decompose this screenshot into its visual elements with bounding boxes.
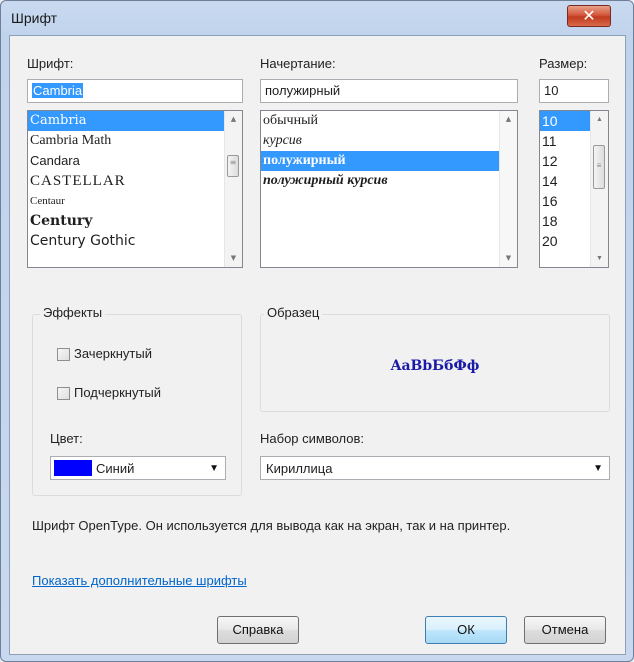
style-label: Начертание: xyxy=(260,56,336,71)
scroll-up-icon[interactable]: ▲ xyxy=(591,111,608,128)
cancel-button[interactable]: Отмена xyxy=(524,616,606,644)
list-item[interactable]: полужирный курсив xyxy=(261,171,517,191)
effects-title: Эффекты xyxy=(40,305,106,320)
scroll-up-icon[interactable]: ▲ xyxy=(225,111,242,128)
scroll-thumb[interactable]: ≡ xyxy=(227,155,239,177)
scroll-thumb[interactable]: ≡ xyxy=(593,145,605,189)
charset-label: Набор символов: xyxy=(260,431,365,446)
list-item[interactable]: 12 xyxy=(540,151,590,171)
color-label: Цвет: xyxy=(50,431,83,446)
title-bar[interactable]: Шрифт ✕ xyxy=(1,1,633,35)
list-item[interactable]: Century Gothic xyxy=(28,231,242,251)
font-size-value: 10 xyxy=(544,83,559,98)
font-name-value: Cambria xyxy=(32,83,84,98)
font-style-list-items: обычный курсив полужирный полужирный курсив xyxy=(261,111,517,191)
font-description: Шрифт OpenType. Он используется для выво… xyxy=(32,518,511,533)
sample-preview: AaBbБбФф xyxy=(390,358,480,374)
font-size-list-items: 10 11 12 14 16 18 20 xyxy=(540,111,590,251)
chevron-down-icon: ▼ xyxy=(209,463,219,474)
font-style-input[interactable]: полужирный xyxy=(260,79,518,103)
sample-title: Образец xyxy=(264,305,323,320)
color-value: Синий xyxy=(96,461,135,476)
strikeout-checkbox[interactable] xyxy=(57,348,70,361)
scroll-down-icon[interactable]: ▼ xyxy=(500,250,517,267)
scroll-down-icon[interactable]: ▼ xyxy=(591,250,608,267)
strikeout-label[interactable]: Зачеркнутый xyxy=(74,346,152,361)
scroll-up-icon[interactable]: ▲ xyxy=(500,111,517,128)
list-item[interactable]: 11 xyxy=(540,131,590,151)
font-list-items: Cambria Cambria Math Candara CASTELLAR Centa… xyxy=(28,111,242,251)
font-label: Шрифт: xyxy=(27,56,74,71)
list-item[interactable]: Centaur xyxy=(28,191,242,211)
help-button[interactable]: Справка xyxy=(217,616,299,644)
list-item[interactable]: CASTELLAR xyxy=(28,171,242,191)
list-item[interactable]: Century xyxy=(28,211,242,231)
font-style-value: полужирный xyxy=(265,83,341,98)
style-list-scrollbar[interactable]: ▲ ▼ xyxy=(499,111,517,267)
list-item[interactable]: 18 xyxy=(540,211,590,231)
color-swatch xyxy=(54,460,92,476)
list-item[interactable]: 14 xyxy=(540,171,590,191)
list-item[interactable]: курсив xyxy=(261,131,517,151)
ok-button[interactable]: ОК xyxy=(425,616,507,644)
dialog-title: Шрифт xyxy=(11,10,58,26)
size-label: Размер: xyxy=(539,56,588,71)
font-style-list[interactable]: обычный курсив полужирный полужирный курсив… xyxy=(260,110,518,268)
list-item[interactable]: обычный xyxy=(261,111,517,131)
list-item[interactable]: 20 xyxy=(540,231,590,251)
close-icon: ✕ xyxy=(582,6,596,25)
font-list[interactable]: Cambria Cambria Math Candara CASTELLAR Centa… xyxy=(27,110,243,268)
font-name-input[interactable]: Cambria xyxy=(27,79,243,103)
list-item[interactable]: 16 xyxy=(540,191,590,211)
color-select[interactable]: Синий ▼ xyxy=(50,456,226,480)
font-list-scrollbar[interactable]: ▲ ≡ ▼ xyxy=(224,111,242,267)
dialog-body: Шрифт: Cambria Cambria Cambria Math Candar… xyxy=(9,35,626,655)
charset-select[interactable]: Кириллица ▼ xyxy=(260,456,610,480)
list-item[interactable]: Cambria xyxy=(28,111,242,131)
scroll-down-icon[interactable]: ▼ xyxy=(225,250,242,267)
close-button[interactable]: ✕ xyxy=(567,5,611,27)
size-list-scrollbar[interactable]: ▲ ≡ ▼ xyxy=(590,111,608,267)
list-item[interactable]: Candara xyxy=(28,151,242,171)
font-size-input[interactable]: 10 xyxy=(539,79,609,103)
font-dialog: Шрифт ✕ Шрифт: Cambria Cambria Cambria Ma… xyxy=(0,0,634,662)
underline-label[interactable]: Подчеркнутый xyxy=(74,385,161,400)
font-size-list[interactable]: 10 11 12 14 16 18 20 ▲ ≡ ▼ xyxy=(539,110,609,268)
list-item[interactable]: Cambria Math xyxy=(28,131,242,151)
show-more-fonts-link[interactable]: Показать дополнительные шрифты xyxy=(32,573,247,588)
charset-value: Кириллица xyxy=(266,461,333,476)
list-item[interactable]: 10 xyxy=(540,111,590,131)
chevron-down-icon: ▼ xyxy=(593,463,603,474)
underline-checkbox[interactable] xyxy=(57,387,70,400)
list-item[interactable]: полужирный xyxy=(261,151,517,171)
